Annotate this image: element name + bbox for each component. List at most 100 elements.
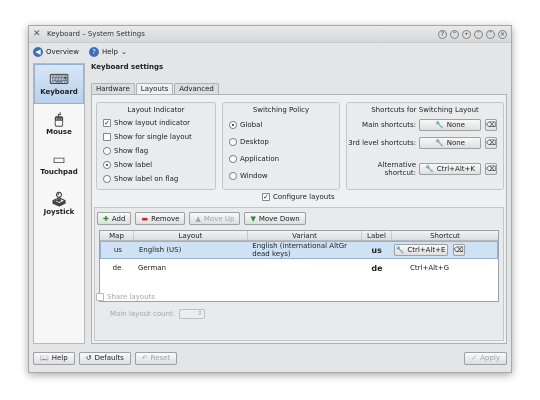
help-label: Help xyxy=(101,48,118,56)
clear-shortcut-icon[interactable]: ⌫ xyxy=(485,137,497,149)
policy-global-radio[interactable]: Global xyxy=(223,116,339,133)
dialog-footer: 📖 Help ↺ Defaults ↶ Reset ✓ Apply xyxy=(33,350,507,366)
button-label: Defaults xyxy=(94,354,124,362)
overview-label: Overview xyxy=(46,48,79,56)
sidebar-item-label: Touchpad xyxy=(40,168,78,176)
policy-window-radio[interactable]: Window xyxy=(223,167,339,184)
row-shortcut-button[interactable]: 🔧 Ctrl+Alt+E xyxy=(393,244,448,256)
option-label: Show flag xyxy=(114,147,149,155)
column-header-label[interactable]: Label xyxy=(362,231,392,240)
remove-layout-button[interactable]: ▬ Remove xyxy=(135,212,186,225)
table-row[interactable]: de German de Ctrl+Alt+G xyxy=(100,259,498,277)
option-label: Show label on flag xyxy=(114,175,179,183)
main-shortcut-row: Main shortcuts: 🔧 None ⌫ xyxy=(347,116,503,134)
help-menu-button[interactable]: ? Help ⌄ xyxy=(88,47,127,57)
cell-layout: English (US) xyxy=(138,246,182,254)
shortcut-value: Ctrl+Alt+E xyxy=(407,246,446,254)
main-shortcut-button[interactable]: 🔧 None xyxy=(419,119,481,131)
policy-application-radio[interactable]: Application xyxy=(223,150,339,167)
wrench-icon: 🔧 xyxy=(435,139,444,147)
option-label: Show for single layout xyxy=(114,133,192,141)
tab-hardware[interactable]: Hardware xyxy=(91,83,135,94)
show-layout-indicator-checkbox[interactable]: ✓ Show layout indicator xyxy=(97,116,215,130)
show-for-single-layout-checkbox[interactable]: Show for single layout xyxy=(97,130,215,144)
clear-shortcut-icon[interactable]: ⌫ xyxy=(485,119,497,131)
window-shade-icon[interactable]: ⌃ xyxy=(450,29,459,39)
column-header-layout[interactable]: Layout xyxy=(134,231,248,240)
shortcuts-group: Shortcuts for Switching Layout Main shor… xyxy=(346,102,504,190)
settings-app-icon: ✕ xyxy=(33,29,41,39)
chevron-down-icon: ⌄ xyxy=(120,48,127,56)
cell-layout: German xyxy=(138,264,167,272)
help-button[interactable]: 📖 Help xyxy=(33,351,75,365)
settings-content: Keyboard settings Hardware Layouts Advan… xyxy=(91,63,507,344)
move-down-button[interactable]: ▼ Move Down xyxy=(244,212,306,225)
share-layouts-checkbox[interactable]: Share layouts xyxy=(96,293,155,301)
wrench-icon: 🔧 xyxy=(435,121,444,129)
tab-advanced[interactable]: Advanced xyxy=(174,83,219,94)
wrench-icon: 🔧 xyxy=(425,165,434,173)
main-layout-count-spinbox[interactable]: ⇕ xyxy=(179,309,206,319)
help-book-icon: 📖 xyxy=(40,354,49,362)
add-layout-button[interactable]: ✚ Add xyxy=(97,212,132,225)
policy-desktop-radio[interactable]: Desktop xyxy=(223,133,339,150)
layouts-section: ✚ Add ▬ Remove ▲ Move Up ▼ Move Down Map… xyxy=(94,207,504,341)
clear-shortcut-icon[interactable]: ⌫ xyxy=(485,163,497,175)
cell-map: us xyxy=(113,246,122,254)
cell-shortcut: 🔧 Ctrl+Alt+E ⌫ xyxy=(392,244,497,256)
move-up-button[interactable]: ▲ Move Up xyxy=(189,212,241,225)
option-label: Window xyxy=(240,171,268,180)
show-flag-radio[interactable]: Show flag xyxy=(97,144,215,158)
option-label: Show layout indicator xyxy=(114,119,190,127)
shortcut-value: None xyxy=(446,139,465,147)
cell-label: de xyxy=(371,263,383,273)
sidebar-item-label: Keyboard xyxy=(40,88,78,96)
sidebar-item-joystick[interactable]: 🕹 Joystick xyxy=(34,184,84,224)
shortcut-label: Main shortcuts: xyxy=(362,121,416,129)
layout-indicator-group: Layout Indicator ✓ Show layout indicator… xyxy=(96,102,216,190)
clear-shortcut-icon[interactable]: ⌫ xyxy=(452,244,465,256)
checkbox-box: ✓ xyxy=(103,119,111,127)
button-label: Move Up xyxy=(203,214,235,223)
table-header: Map Layout Variant Label Shortcut xyxy=(100,231,498,241)
checkbox-box: ✓ xyxy=(262,193,270,201)
wrench-icon: 🔧 xyxy=(395,246,405,254)
column-header-variant[interactable]: Variant xyxy=(248,231,362,240)
column-header-shortcut[interactable]: Shortcut xyxy=(392,231,498,240)
cell-map: de xyxy=(112,264,122,272)
shortcut-label: 3rd level shortcuts: xyxy=(348,139,416,147)
sidebar-item-keyboard[interactable]: ⌨ Keyboard xyxy=(34,64,84,104)
main-layout-count-label: Main layout count: xyxy=(110,310,176,318)
configure-layouts-checkbox[interactable]: ✓ Configure layouts xyxy=(262,193,335,201)
checkbox-box xyxy=(96,293,104,301)
option-label: Application xyxy=(240,154,280,163)
window-title: Keyboard – System Settings xyxy=(47,30,145,38)
checkbox-box xyxy=(103,133,111,141)
column-header-map[interactable]: Map xyxy=(100,231,134,240)
window-minimize-icon[interactable]: ˅ xyxy=(474,29,483,39)
window-close-icon[interactable]: × xyxy=(498,29,507,39)
third-level-shortcut-button[interactable]: 🔧 None xyxy=(419,137,481,149)
button-label: Remove xyxy=(151,214,180,223)
table-row[interactable]: us English (US) English (international A… xyxy=(100,241,498,259)
page-title: Keyboard settings xyxy=(91,63,164,71)
option-label: Global xyxy=(240,120,263,129)
sidebar-item-mouse[interactable]: 🖱 Mouse xyxy=(34,104,84,144)
defaults-button[interactable]: ↺ Defaults xyxy=(78,351,131,365)
show-label-on-flag-radio[interactable]: Show label on flag xyxy=(97,172,215,186)
show-label-radio[interactable]: Show label xyxy=(97,158,215,172)
radio-dot xyxy=(103,147,111,155)
overview-button[interactable]: ◀ Overview xyxy=(33,47,79,57)
alternative-shortcut-button[interactable]: 🔧 Ctrl+Alt+K xyxy=(419,163,481,175)
window-pin-icon[interactable]: • xyxy=(462,29,471,39)
apply-button[interactable]: ✓ Apply xyxy=(464,351,507,365)
reset-button[interactable]: ↶ Reset xyxy=(134,351,178,365)
sidebar-item-touchpad[interactable]: ▭ Touchpad xyxy=(34,144,84,184)
window-maximize-icon[interactable]: ˄ xyxy=(486,29,495,39)
touchpad-icon: ▭ xyxy=(52,152,66,168)
tab-layouts[interactable]: Layouts xyxy=(135,83,174,94)
arrow-up-icon: ▲ xyxy=(195,214,201,223)
option-label: Desktop xyxy=(240,137,269,146)
window-help-icon[interactable]: ? xyxy=(438,29,447,39)
shortcut-value: None xyxy=(446,121,465,129)
